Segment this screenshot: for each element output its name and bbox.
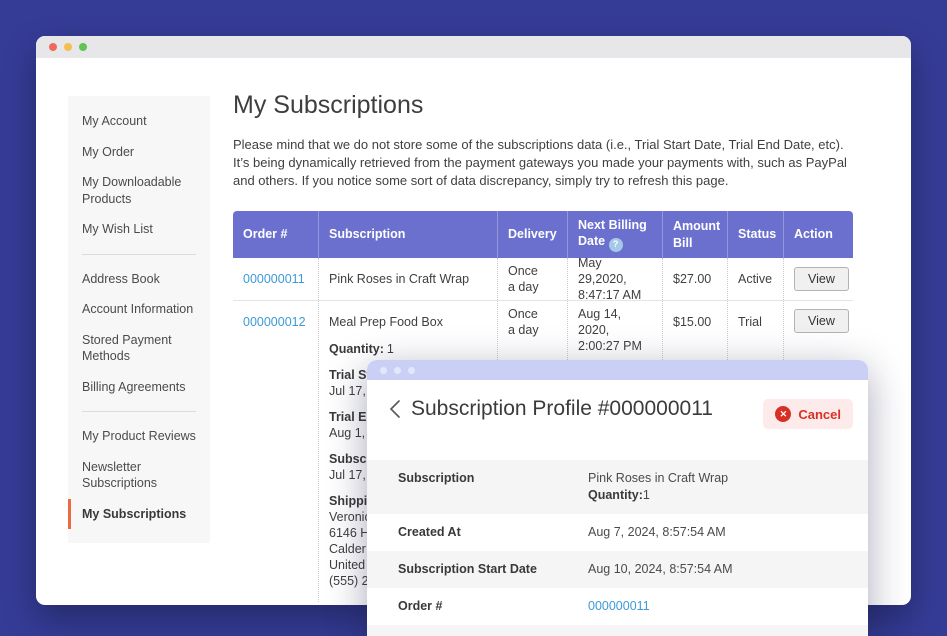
column-header-status: Status <box>727 211 783 258</box>
order-link[interactable]: 000000011 <box>588 599 650 613</box>
modal-titlebar <box>367 360 868 380</box>
sidebar-item-my-wish-list[interactable]: My Wish List <box>68 214 210 245</box>
modal-window-dot <box>394 367 401 374</box>
column-header-amount-bill: Amount Bill <box>662 211 727 258</box>
back-button[interactable] <box>388 399 401 419</box>
desktop-background: My Account My Order My Downloadable Prod… <box>0 0 947 636</box>
modal-row-created-at: Created At Aug 7, 2024, 8:57:54 AM <box>367 514 868 551</box>
sidebar-item-my-downloadable-products[interactable]: My Downloadable Products <box>68 167 210 214</box>
delivery-value: Once a day <box>497 258 567 300</box>
modal-row-subscription-start-date: Subscription Start Date Aug 10, 2024, 8:… <box>367 551 868 588</box>
modal-title: Subscription Profile #000000011 <box>411 397 713 421</box>
subscription-profile-modal: Subscription Profile #000000011 ✕ Cancel… <box>367 360 868 636</box>
modal-header: Subscription Profile #000000011 ✕ Cancel <box>367 380 868 433</box>
column-header-next-billing-date: Next Billing Date ? <box>567 211 662 258</box>
sidebar-item-account-information[interactable]: Account Information <box>68 294 210 325</box>
column-header-delivery: Delivery <box>497 211 567 258</box>
window-titlebar <box>36 36 911 58</box>
traffic-light-minimize-button[interactable] <box>64 43 72 51</box>
sidebar-item-address-book[interactable]: Address Book <box>68 264 210 295</box>
cancel-button[interactable]: ✕ Cancel <box>763 399 853 429</box>
modal-quantity-line: Quantity:1 <box>588 487 728 504</box>
modal-row-order-number: Order # 000000011 <box>367 588 868 625</box>
modal-row-subscription: Subscription Pink Roses in Craft Wrap Qu… <box>367 460 868 514</box>
order-link[interactable]: 000000012 <box>243 315 306 329</box>
traffic-light-close-button[interactable] <box>49 43 57 51</box>
sidebar-item-stored-payment-methods[interactable]: Stored Payment Methods <box>68 325 210 372</box>
subscription-name: Pink Roses in Craft Wrap <box>318 258 497 300</box>
sidebar-divider <box>82 411 196 412</box>
sidebar-divider <box>82 254 196 255</box>
traffic-light-zoom-button[interactable] <box>79 43 87 51</box>
cancel-x-icon: ✕ <box>775 406 791 422</box>
table-header-row: Order # Subscription Delivery Next Billi… <box>233 211 853 258</box>
account-sidebar: My Account My Order My Downloadable Prod… <box>68 96 210 543</box>
next-billing-date-value: May 29,2020, 8:47:17 AM <box>567 258 662 300</box>
status-badge: Active <box>727 258 783 300</box>
sidebar-item-billing-agreements[interactable]: Billing Agreements <box>68 372 210 403</box>
modal-subscription-name: Pink Roses in Craft Wrap <box>588 470 728 487</box>
page-description: Please mind that we do not store some of… <box>233 136 861 190</box>
sidebar-item-my-order[interactable]: My Order <box>68 137 210 168</box>
modal-window-dot <box>380 367 387 374</box>
table-row: 000000011 Pink Roses in Craft Wrap Once … <box>233 258 853 300</box>
modal-row-partial <box>367 625 868 636</box>
page-title: My Subscriptions <box>233 91 423 120</box>
view-button[interactable]: View <box>794 267 849 291</box>
help-icon[interactable]: ? <box>609 238 623 252</box>
sidebar-item-my-account[interactable]: My Account <box>68 106 210 137</box>
modal-window-dot <box>408 367 415 374</box>
modal-body: Subscription Pink Roses in Craft Wrap Qu… <box>367 460 868 636</box>
sidebar-item-my-subscriptions[interactable]: My Subscriptions <box>68 499 210 530</box>
sidebar-item-newsletter-subscriptions[interactable]: Newsletter Subscriptions <box>68 452 210 499</box>
column-header-subscription: Subscription <box>318 211 497 258</box>
quantity-line: Quantity:1 <box>329 341 487 357</box>
order-link[interactable]: 000000011 <box>243 271 305 287</box>
column-header-order-number: Order # <box>233 211 318 258</box>
amount-bill-value: $27.00 <box>662 258 727 300</box>
sidebar-item-my-product-reviews[interactable]: My Product Reviews <box>68 421 210 452</box>
subscription-name: Meal Prep Food Box <box>329 314 487 330</box>
column-header-action: Action <box>783 211 853 258</box>
view-button[interactable]: View <box>794 309 849 333</box>
chevron-left-icon <box>388 399 401 419</box>
